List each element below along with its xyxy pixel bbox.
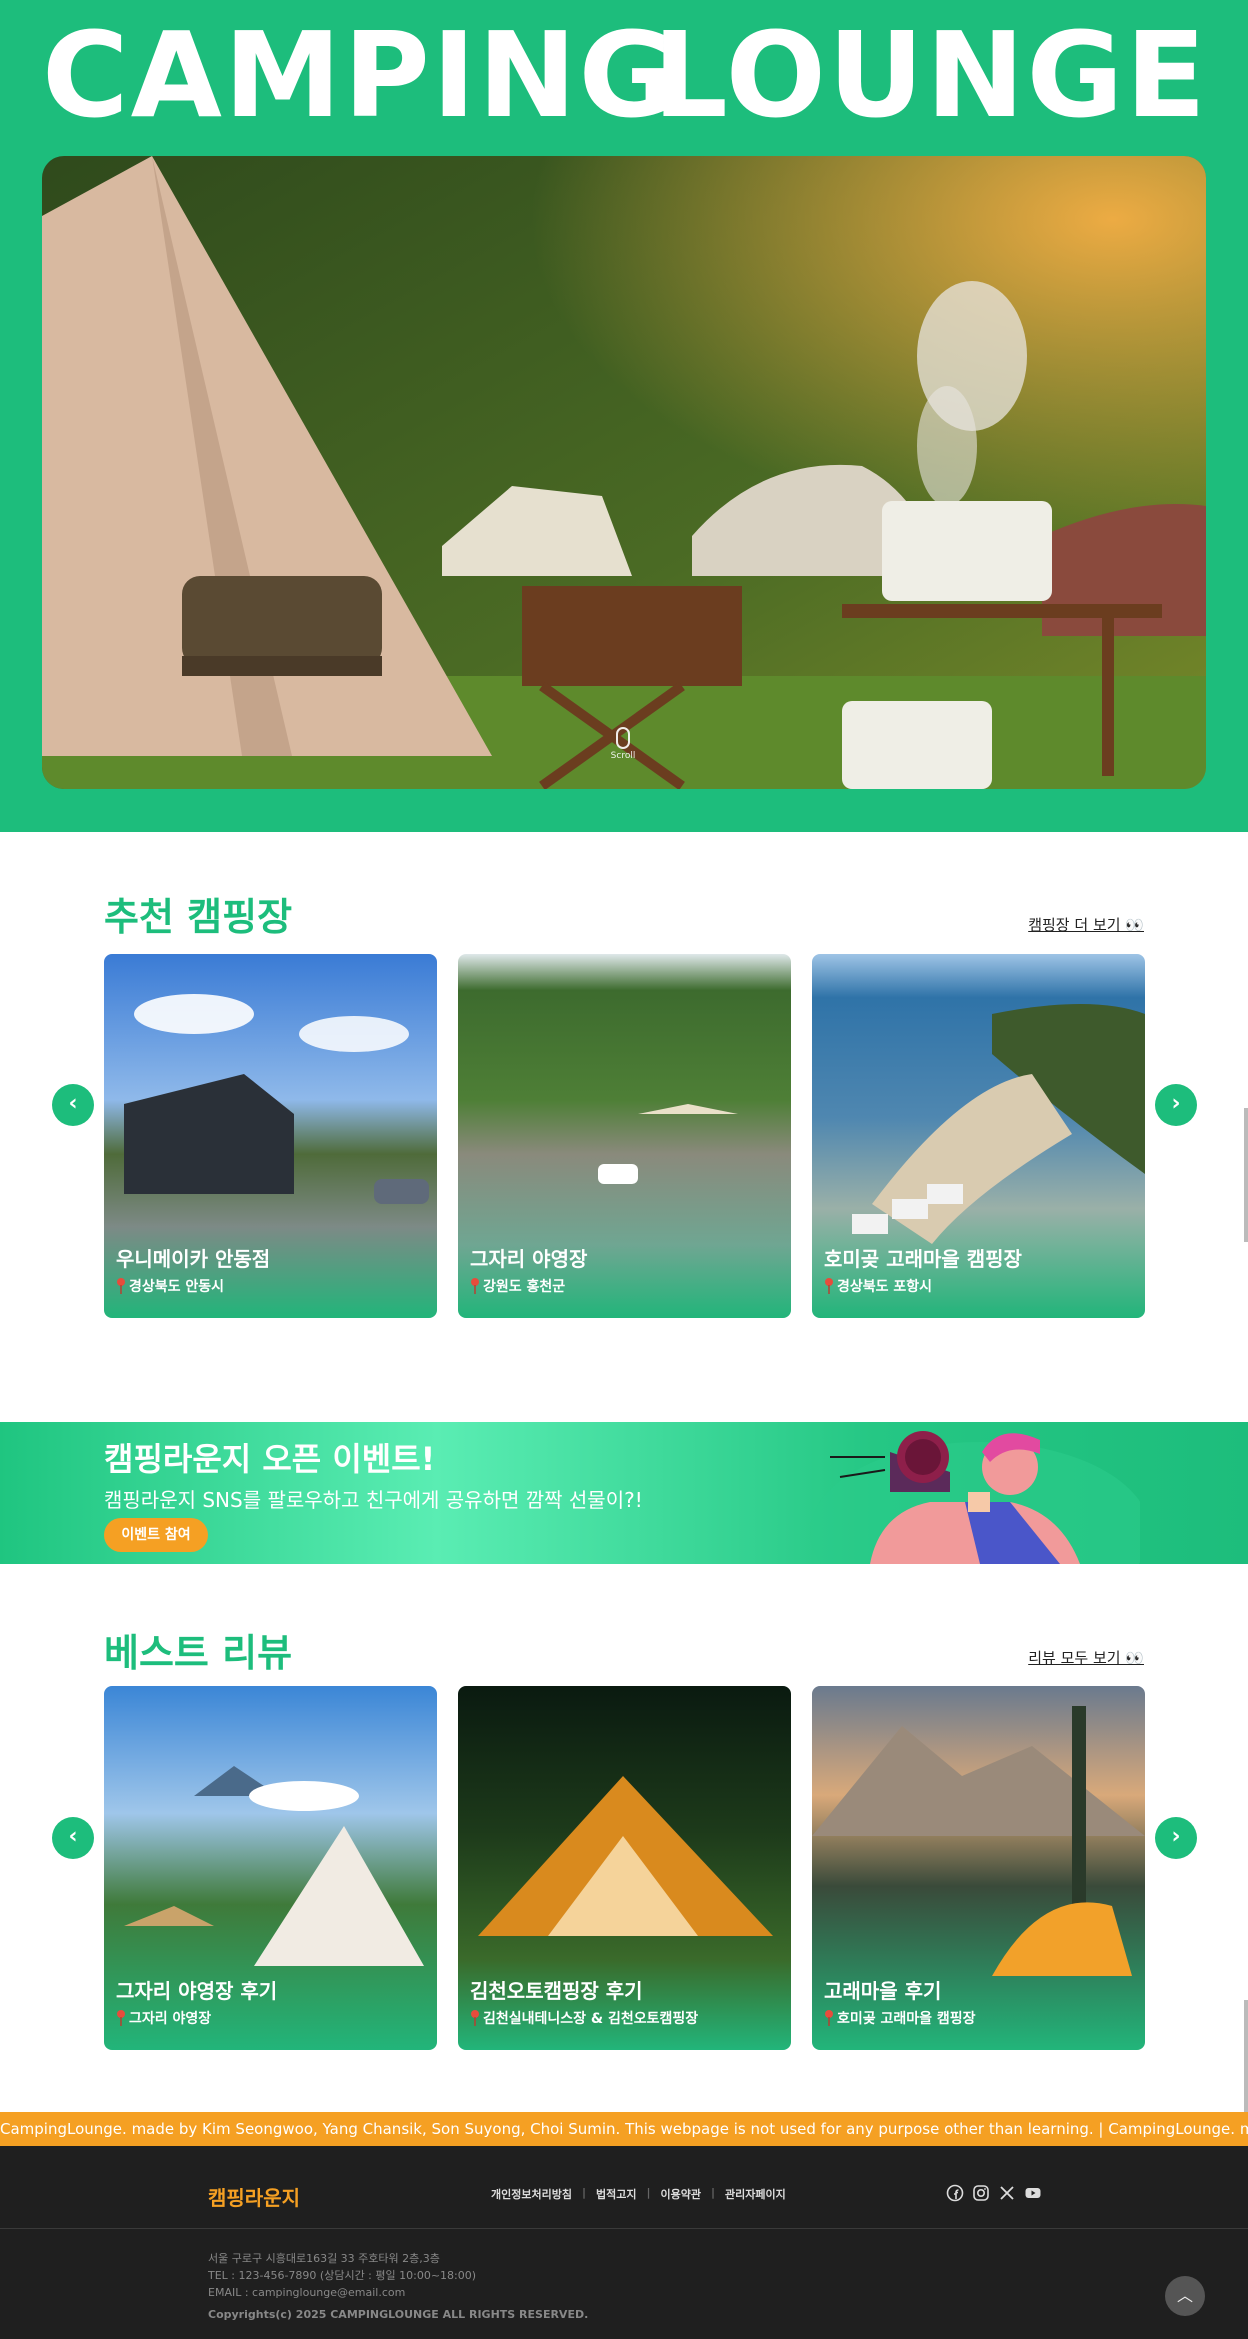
map-pin-icon: [117, 1278, 125, 1294]
scrollbar-thumb[interactable]: [1244, 2000, 1248, 2112]
privacy-policy-link[interactable]: 개인정보처리방침: [481, 2186, 582, 2202]
chevron-right-icon: ›: [1171, 1091, 1181, 1116]
hero-image: [42, 156, 1206, 789]
chevron-left-icon: ‹: [68, 1824, 78, 1849]
map-pin-icon: [471, 1278, 479, 1294]
more-reviews-link[interactable]: 리뷰 모두 보기 👀: [1028, 1647, 1144, 1668]
company-address: 서울 구로구 시흥대로163길 33 주호타워 2층,3층: [208, 2252, 440, 2265]
map-pin-icon: [825, 2010, 833, 2026]
mouse-icon: [616, 727, 630, 749]
megaphone-person-illustration: [810, 1431, 1140, 1564]
campsite-name: 호미곶 고래마을 캠핑장: [824, 1247, 1022, 1271]
campsite-card[interactable]: 그자리 야영장 강원도 홍천군: [458, 954, 791, 1318]
more-campsites-link[interactable]: 캠핑장 더 보기 👀: [1028, 914, 1144, 935]
review-location-text: 김천실내테니스장 & 김천오토캠핑장: [483, 2011, 699, 2027]
company-email: EMAIL : campinglounge@email.com: [208, 2286, 406, 2299]
review-location-text: 그자리 야영장: [129, 2011, 212, 2027]
campsite-location-text: 경상북도 안동시: [129, 1279, 225, 1295]
social-links: [946, 2184, 1042, 2202]
scroll-top-button[interactable]: ︿: [1165, 2276, 1205, 2316]
review-title: 그자리 야영장 후기: [116, 1979, 278, 2003]
recommend-section-title: 추천 캠핑장: [104, 895, 293, 939]
map-pin-icon: [117, 2010, 125, 2026]
chevron-up-icon: ︿: [1176, 2286, 1193, 2305]
campsite-name: 그자리 야영장: [470, 1247, 588, 1271]
campsite-location-text: 경상북도 포항시: [837, 1279, 933, 1295]
credits-marquee: CampingLounge. made by Kim Seongwoo, Yan…: [0, 2112, 1248, 2146]
chevron-right-icon: ›: [1171, 1824, 1181, 1849]
review-card[interactable]: 그자리 야영장 후기 그자리 야영장: [104, 1686, 437, 2050]
footer-logo[interactable]: 캠핑라운지: [208, 2182, 300, 2211]
review-location: 호미곶 고래마을 캠핑장: [824, 2008, 976, 2028]
event-description: 캠핑라운지 SNS를 팔로우하고 친구에게 공유하면 깜짝 선물이?!: [104, 1488, 643, 1512]
credits-text: CampingLounge. made by Kim Seongwoo, Yan…: [0, 2120, 1248, 2138]
legal-notice-link[interactable]: 법적고지: [586, 2186, 646, 2202]
campsite-location: 강원도 홍천군: [470, 1276, 565, 1296]
reviews-section-title: 베스트 리뷰: [104, 1631, 293, 1675]
campsite-location: 경상북도 안동시: [116, 1276, 224, 1296]
recommend-next-button[interactable]: ›: [1155, 1084, 1197, 1126]
admin-page-link[interactable]: 관리자페이지: [715, 2186, 796, 2202]
footer-links: 개인정보처리방침 | 법적고지 | 이용약관 | 관리자페이지: [481, 2186, 796, 2202]
x-icon[interactable]: [998, 2184, 1016, 2202]
scroll-label: Scroll: [610, 751, 636, 761]
event-banner: 캠핑라운지 오픈 이벤트! 캠핑라운지 SNS를 팔로우하고 친구에게 공유하면…: [0, 1422, 1248, 1564]
event-title: 캠핑라운지 오픈 이벤트!: [104, 1440, 436, 1478]
chevron-left-icon: ‹: [68, 1091, 78, 1116]
company-tel: TEL : 123-456-7890 (상담시간 : 평일 10:00~18:0…: [208, 2269, 477, 2282]
footer: 캠핑라운지 개인정보처리방침 | 법적고지 | 이용약관 | 관리자페이지 서울…: [0, 2146, 1248, 2339]
footer-divider: [0, 2228, 1248, 2229]
review-title: 고래마을 후기: [824, 1979, 942, 2003]
map-pin-icon: [471, 2010, 479, 2026]
review-card[interactable]: 김천오토캠핑장 후기 김천실내테니스장 & 김천오토캠핑장: [458, 1686, 791, 2050]
hero-section: CAMPING LOUNGE Scroll: [0, 0, 1248, 832]
hero-title-lounge: LOUNGE: [652, 6, 1208, 144]
terms-link[interactable]: 이용약관: [651, 2186, 711, 2202]
review-title: 김천오토캠핑장 후기: [470, 1979, 643, 2003]
reviews-prev-button[interactable]: ‹: [52, 1817, 94, 1859]
review-location: 김천실내테니스장 & 김천오토캠핑장: [470, 2008, 698, 2028]
campsite-location-text: 강원도 홍천군: [483, 1279, 566, 1295]
hero-title-camping: CAMPING: [42, 6, 678, 144]
review-card[interactable]: 고래마을 후기 호미곶 고래마을 캠핑장: [812, 1686, 1145, 2050]
copyright: Copyrights(c) 2025 CAMPINGLOUNGE ALL RIG…: [208, 2308, 589, 2321]
scroll-indicator[interactable]: Scroll: [608, 727, 638, 761]
campsite-name: 우니메이카 안동점: [116, 1247, 271, 1271]
reviews-next-button[interactable]: ›: [1155, 1817, 1197, 1859]
instagram-icon[interactable]: [972, 2184, 990, 2202]
campsite-card[interactable]: 호미곶 고래마을 캠핑장 경상북도 포항시: [812, 954, 1145, 1318]
company-info: 서울 구로구 시흥대로163길 33 주호타워 2층,3층 TEL : 123-…: [208, 2250, 476, 2301]
event-join-button[interactable]: 이벤트 참여: [104, 1518, 208, 1552]
campsite-card[interactable]: 우니메이카 안동점 경상북도 안동시: [104, 954, 437, 1318]
review-location: 그자리 야영장: [116, 2008, 211, 2028]
recommend-prev-button[interactable]: ‹: [52, 1084, 94, 1126]
campsite-location: 경상북도 포항시: [824, 1276, 932, 1296]
scrollbar-thumb[interactable]: [1244, 1108, 1248, 1242]
youtube-icon[interactable]: [1024, 2184, 1042, 2202]
review-location-text: 호미곶 고래마을 캠핑장: [837, 2011, 976, 2027]
map-pin-icon: [825, 1278, 833, 1294]
facebook-icon[interactable]: [946, 2184, 964, 2202]
